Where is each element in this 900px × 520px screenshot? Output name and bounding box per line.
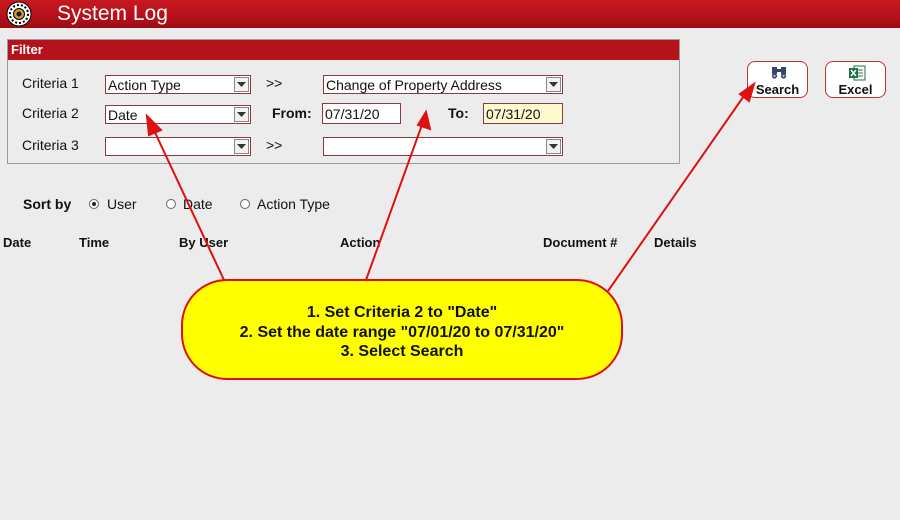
arrow-to-search xyxy=(607,92,747,292)
annotation-arrows xyxy=(145,81,756,292)
callout-line-1: 1. Set Criteria 2 to "Date" xyxy=(306,304,498,321)
instruction-callout: 1. Set Criteria 2 to "Date" 2. Set the d… xyxy=(181,279,623,380)
callout-line-3: 3. Select Search xyxy=(340,343,464,360)
arrow-head-date-range xyxy=(416,109,432,131)
arrow-to-criteria2 xyxy=(151,125,225,281)
arrow-to-date-range xyxy=(365,121,424,281)
arrow-head-criteria2 xyxy=(145,113,163,137)
callout-line-2: 2. Set the date range "07/01/20 to 07/31… xyxy=(239,324,565,341)
